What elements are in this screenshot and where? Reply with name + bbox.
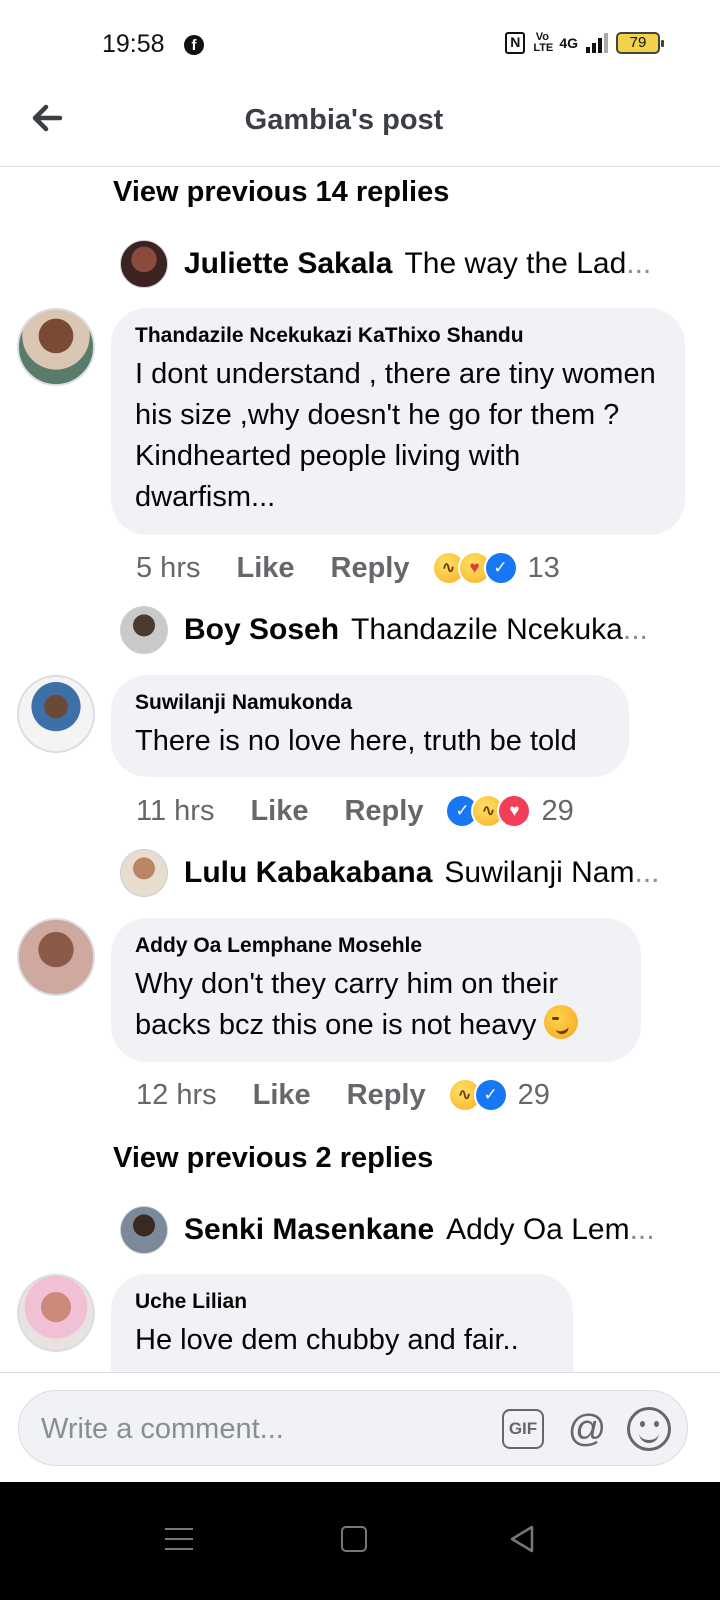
comment-actions: 11 hrs Like Reply ✓ ∿ ♥ 29 [136, 789, 574, 833]
reply-ellipsis: ... [626, 247, 652, 280]
status-bar: 19:58 f N Vo LTE 4G 79 [0, 0, 720, 90]
collapsed-reply[interactable]: Boy Soseh Thandazile Ncekuka... [120, 605, 680, 655]
reply-author-name[interactable]: Senki Masenkane [184, 1213, 434, 1247]
comment-timestamp[interactable]: 11 hrs [136, 795, 214, 828]
collapsed-reply[interactable]: Lulu Kabakabana Suwilanji Nam... [120, 848, 680, 898]
collapsed-reply[interactable]: Juliette Sakala The way the Lad... [120, 239, 680, 289]
avatar[interactable] [120, 1206, 168, 1254]
recent-apps-icon[interactable] [165, 1528, 193, 1552]
back-icon[interactable] [508, 1524, 536, 1554]
reply-button[interactable]: Reply [344, 795, 423, 828]
gif-icon[interactable]: GIF [502, 1409, 544, 1449]
facebook-notification-icon: f [184, 35, 204, 55]
comment-bubble[interactable]: Addy Oa Lemphane Mosehle Why don't they … [111, 918, 641, 1062]
emoji-icon[interactable] [627, 1407, 671, 1451]
home-icon[interactable] [341, 1526, 367, 1552]
avatar[interactable] [120, 606, 168, 654]
post-header: Gambia's post [0, 90, 720, 167]
comment-text: Why don't they carry him on their backs … [135, 964, 617, 1046]
mention-icon[interactable]: @ [565, 1407, 609, 1451]
comment-text-line: Why don't they carry him on their [135, 968, 558, 1000]
avatar[interactable] [17, 1274, 95, 1352]
comments-feed[interactable]: View previous 14 replies Juliette Sakala… [0, 168, 720, 1402]
reactions-summary[interactable]: ✓ ∿ ♥ 29 [445, 794, 574, 828]
page-title: Gambia's post [244, 104, 444, 136]
reactions-summary[interactable]: ∿ ✓ 29 [447, 1078, 550, 1112]
comment-author-name[interactable]: Addy Oa Lemphane Mosehle [135, 934, 617, 958]
comment-actions: 12 hrs Like Reply ∿ ✓ 29 [136, 1073, 550, 1117]
comment-composer[interactable]: GIF @ [18, 1390, 688, 1467]
view-previous-replies-link[interactable]: View previous 14 replies [113, 176, 449, 209]
reply-author-name[interactable]: Boy Soseh [184, 613, 339, 647]
nfc-icon: N [505, 32, 526, 54]
like-button[interactable]: Like [253, 1079, 311, 1112]
comment-composer-area: GIF @ [0, 1372, 720, 1482]
like-reaction-icon: ✓ [473, 1078, 508, 1112]
comment-actions: 5 hrs Like Reply ∿ ♥ ✓ 13 [136, 546, 560, 590]
battery-icon: 79 [616, 32, 664, 54]
comment-text-line: backs bcz this one is not heavy [135, 1009, 537, 1041]
avatar[interactable] [120, 240, 168, 288]
comment-author-name[interactable]: Thandazile Ncekukazi KaThixo Shandu [135, 324, 661, 348]
volte-icon: Vo LTE [533, 31, 554, 54]
comment-input[interactable] [41, 1391, 481, 1467]
comment-timestamp[interactable]: 5 hrs [136, 552, 200, 585]
reply-button[interactable]: Reply [331, 552, 410, 585]
reply-button[interactable]: Reply [347, 1079, 426, 1112]
reply-ellipsis: ... [629, 1213, 655, 1246]
comment-author-name[interactable]: Uche Lilian [135, 1290, 549, 1314]
reactions-summary[interactable]: ∿ ♥ ✓ 13 [431, 551, 560, 585]
comment-timestamp[interactable]: 12 hrs [136, 1079, 217, 1112]
like-button[interactable]: Like [236, 552, 294, 585]
view-previous-replies-link[interactable]: View previous 2 replies [113, 1142, 433, 1175]
comment-bubble[interactable]: Suwilanji Namukonda There is no love her… [111, 675, 629, 777]
collapsed-reply[interactable]: Senki Masenkane Addy Oa Lem... [120, 1205, 680, 1255]
avatar[interactable] [120, 849, 168, 897]
status-icons: N Vo LTE 4G 79 [505, 31, 664, 54]
status-time: 19:58 [102, 30, 165, 58]
reply-ellipsis: ... [622, 613, 648, 646]
reaction-count: 29 [517, 1078, 550, 1111]
signal-icon [586, 33, 608, 53]
smirk-emoji-icon [544, 1005, 579, 1039]
comment-bubble[interactable]: Thandazile Ncekukazi KaThixo Shandu I do… [111, 308, 685, 535]
comment-text: I dont understand , there are tiny women… [135, 358, 656, 513]
reply-author-name[interactable]: Lulu Kabakabana [184, 856, 432, 890]
reply-snippet: Suwilanji Nam [444, 856, 635, 889]
reply-author-name[interactable]: Juliette Sakala [184, 247, 392, 281]
love-reaction-icon: ♥ [497, 794, 532, 828]
reaction-count: 29 [541, 794, 574, 827]
comment-author-name[interactable]: Suwilanji Namukonda [135, 691, 605, 715]
comment-text: There is no love here, truth be told [135, 725, 577, 757]
reply-snippet: Thandazile Ncekuka [351, 613, 623, 646]
reply-snippet: Addy Oa Lem [446, 1213, 630, 1246]
reply-ellipsis: ... [634, 856, 660, 889]
like-reaction-icon: ✓ [483, 551, 518, 585]
comment-text: He love dem chubby and fair.. [135, 1324, 519, 1356]
avatar[interactable] [17, 675, 95, 753]
avatar[interactable] [17, 308, 95, 386]
network-type-label: 4G [559, 35, 578, 51]
reaction-count: 13 [527, 551, 560, 584]
system-navigation-bar [0, 1482, 720, 1600]
reply-snippet: The way the Lad [404, 247, 627, 280]
avatar[interactable] [17, 918, 95, 996]
like-button[interactable]: Like [250, 795, 308, 828]
